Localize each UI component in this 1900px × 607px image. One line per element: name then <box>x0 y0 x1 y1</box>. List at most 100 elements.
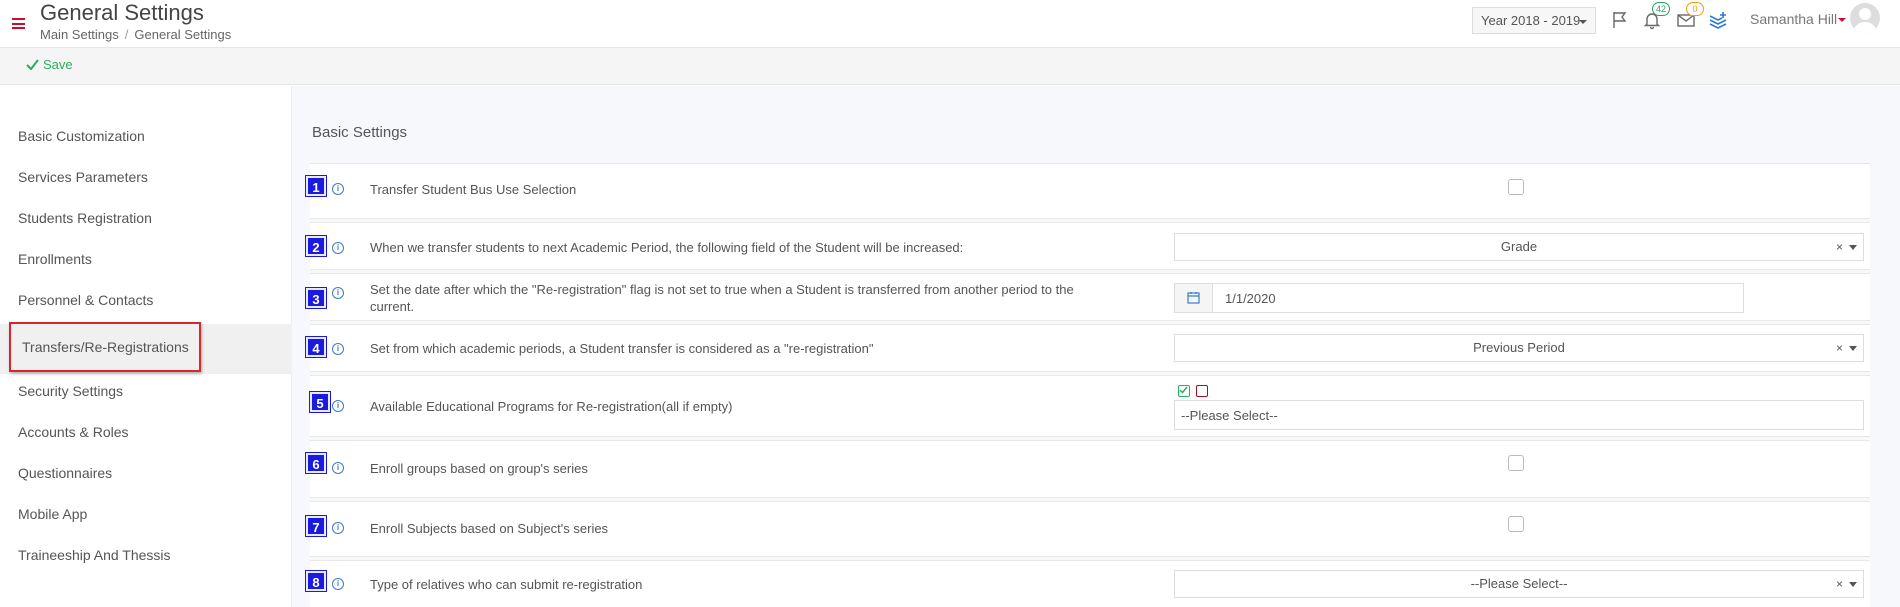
chevron-down-icon <box>1849 346 1857 351</box>
setting-number: 2 <box>306 236 326 256</box>
sidebar-item-services-parameters[interactable]: Services Parameters <box>0 157 292 197</box>
setting-row-8: 8 i Type of relatives who can submit re-… <box>306 560 1870 607</box>
sidebar-item-label: Students Registration <box>18 210 152 226</box>
envelope-icon[interactable]: 0 <box>1676 2 1704 32</box>
save-button[interactable]: Save <box>26 57 73 72</box>
date-value: 1/1/2020 <box>1225 291 1276 306</box>
sidebar-item-students-registration[interactable]: Students Registration <box>0 198 292 238</box>
sidebar-item-label: Personnel & Contacts <box>18 292 154 308</box>
sidebar-item-mobile-app[interactable]: Mobile App <box>0 494 292 534</box>
select-value: --Please Select-- <box>1470 576 1568 591</box>
sidebar-item-security-settings[interactable]: Security Settings <box>0 371 292 411</box>
setting-label: Set the date after which the "Re-registr… <box>370 282 1074 314</box>
sidebar-item-label: Transfers/Re-Registrations <box>22 339 189 355</box>
setting-number: 3 <box>306 288 326 308</box>
breadcrumb-general-settings: General Settings <box>134 27 232 42</box>
sidebar-item-personnel-contacts[interactable]: Personnel & Contacts <box>0 280 292 320</box>
deselect-all-icon[interactable] <box>1196 385 1208 397</box>
layers-add-icon[interactable] <box>1708 10 1730 32</box>
setting-number: 4 <box>306 337 326 357</box>
clear-icon[interactable]: × <box>1836 571 1843 597</box>
save-button-label: Save <box>43 57 73 72</box>
setting-row-2: 2 i When we transfer students to next Ac… <box>306 222 1870 270</box>
notifications-badge: 42 <box>1652 2 1671 16</box>
setting-row-6: 6 i Enroll groups based on group's serie… <box>306 440 1870 498</box>
breadcrumb-main-settings[interactable]: Main Settings <box>40 27 119 42</box>
sidebar-item-label: Enrollments <box>18 251 92 267</box>
sidebar-item-label: Traineeship And Thessis <box>18 547 171 563</box>
setting-label: Type of relatives who can submit re-regi… <box>370 577 643 592</box>
breadcrumb-separator: / <box>124 27 129 42</box>
breadcrumb: Main Settings / General Settings <box>40 27 231 42</box>
bell-icon[interactable]: 42 <box>1642 2 1671 32</box>
hamburger-menu-icon[interactable] <box>12 18 25 29</box>
setting-row-7: 7 i Enroll Subjects based on Subject's s… <box>306 501 1870 557</box>
info-icon[interactable]: i <box>332 400 344 412</box>
chevron-down-icon <box>1579 20 1587 24</box>
setting-number: 5 <box>310 392 330 412</box>
setting-row-5: 5 i Available Educational Programs for R… <box>310 375 1870 437</box>
sidebar-item-label: Basic Customization <box>18 128 145 144</box>
avatar[interactable] <box>1850 3 1880 33</box>
multiselect-placeholder: --Please Select-- <box>1181 408 1278 423</box>
setting-label: When we transfer students to next Academ… <box>370 240 964 255</box>
setting-label: Transfer Student Bus Use Selection <box>370 182 577 197</box>
setting-label: Enroll Subjects based on Subject's serie… <box>370 521 609 536</box>
reregistration-date-input[interactable]: 1/1/2020 <box>1174 283 1744 313</box>
select-value: Previous Period <box>1473 340 1565 355</box>
setting-number: 1 <box>306 176 326 196</box>
highlighted-active-item[interactable]: Transfers/Re-Registrations <box>9 322 201 372</box>
calendar-icon[interactable] <box>1175 284 1213 312</box>
educational-programs-multiselect[interactable]: --Please Select-- <box>1174 400 1864 430</box>
chevron-down-icon <box>1849 245 1857 250</box>
setting-row-1: 1 i Transfer Student Bus Use Selection <box>306 163 1870 219</box>
increased-field-select[interactable]: Grade × <box>1174 233 1864 261</box>
setting-label: Set from which academic periods, a Stude… <box>370 341 874 356</box>
clear-icon[interactable]: × <box>1836 234 1843 260</box>
sidebar-item-label: Mobile App <box>18 506 88 522</box>
year-select[interactable]: Year 2018 - 2019 <box>1472 7 1596 34</box>
sidebar-item-enrollments[interactable]: Enrollments <box>0 239 292 279</box>
sidebar-item-basic-customization[interactable]: Basic Customization <box>0 116 292 156</box>
info-icon[interactable]: i <box>332 183 344 195</box>
flag-icon[interactable] <box>1610 10 1632 32</box>
setting-number: 7 <box>306 516 326 536</box>
clear-icon[interactable]: × <box>1836 335 1843 361</box>
academic-period-select[interactable]: Previous Period × <box>1174 334 1864 362</box>
sidebar-item-questionnaires[interactable]: Questionnaires <box>0 453 292 493</box>
info-icon[interactable]: i <box>332 462 344 474</box>
sidebar-item-label: Security Settings <box>18 383 124 399</box>
sidebar-item-label: Accounts & Roles <box>18 424 129 440</box>
bus-use-checkbox[interactable] <box>1508 179 1524 195</box>
toolbar: Save <box>0 48 1900 85</box>
section-title: Basic Settings <box>312 124 408 141</box>
setting-row-3: 3 i Set the date after which the "Re-reg… <box>306 273 1870 321</box>
page-title: General Settings <box>40 0 204 25</box>
info-icon[interactable]: i <box>332 287 344 299</box>
enroll-subjects-checkbox[interactable] <box>1508 516 1524 532</box>
enroll-groups-checkbox[interactable] <box>1508 455 1524 471</box>
relatives-type-select[interactable]: --Please Select-- × <box>1174 570 1864 598</box>
setting-number: 6 <box>306 453 326 473</box>
setting-label: Available Educational Programs for Re-re… <box>370 399 733 414</box>
info-icon[interactable]: i <box>332 242 344 254</box>
check-icon <box>26 59 39 70</box>
user-menu-caret-icon[interactable] <box>1838 18 1846 22</box>
sidebar-item-traineeship-thessis[interactable]: Traineeship And Thessis <box>0 535 292 575</box>
main-content: Basic Settings 1 i Transfer Student Bus … <box>292 86 1900 607</box>
info-icon[interactable]: i <box>332 522 344 534</box>
sidebar-item-accounts-roles[interactable]: Accounts & Roles <box>0 412 292 452</box>
year-select-value: Year 2018 - 2019 <box>1481 13 1581 28</box>
select-all-icon[interactable] <box>1178 385 1190 397</box>
sidebar-item-label: Questionnaires <box>18 465 113 481</box>
setting-label: Enroll groups based on group's series <box>370 461 588 476</box>
info-icon[interactable]: i <box>332 578 344 590</box>
chevron-down-icon <box>1849 582 1857 587</box>
select-value: Grade <box>1500 239 1538 254</box>
setting-number: 8 <box>306 571 326 591</box>
sidebar-item-label: Services Parameters <box>18 169 148 185</box>
setting-row-4: 4 i Set from which academic periods, a S… <box>306 324 1870 372</box>
top-header: General Settings Main Settings / General S… <box>0 0 1900 48</box>
user-name[interactable]: Samantha Hill <box>1750 11 1837 27</box>
info-icon[interactable]: i <box>332 343 344 355</box>
